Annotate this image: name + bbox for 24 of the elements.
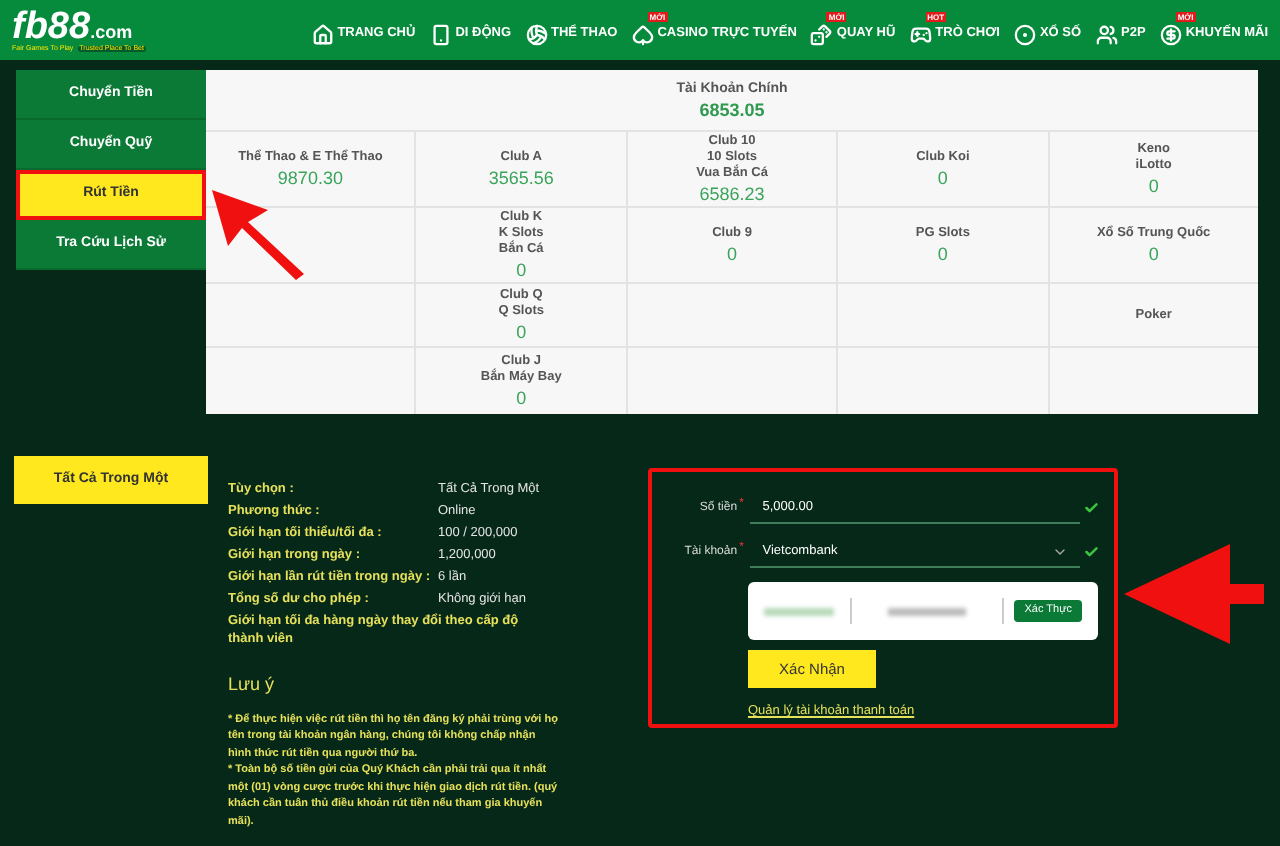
account-balance: 0: [937, 168, 948, 188]
blurred-text: [888, 607, 967, 615]
account-balance: 0: [1148, 244, 1159, 264]
account-balance: 9870.30: [277, 168, 343, 188]
account-balance: 0: [516, 388, 527, 408]
coin-icon: [1159, 23, 1182, 45]
account-balance: 0: [1148, 176, 1159, 196]
dice-icon: [810, 23, 833, 45]
home-icon: [311, 23, 334, 45]
blurred-text: [764, 607, 835, 615]
phone-icon: [429, 23, 452, 45]
account-balance: 3565.56: [488, 168, 554, 188]
account-balance: 0: [516, 260, 527, 280]
account-balance: 6853.05: [699, 100, 765, 120]
account-balance: 0: [727, 244, 738, 264]
spade-icon: [631, 23, 654, 45]
people-icon: [1095, 23, 1118, 45]
ball-icon: [525, 23, 547, 45]
account-balance: 6586.23: [699, 184, 765, 204]
circle-icon: [1013, 23, 1036, 45]
gamepad-icon: [909, 23, 932, 45]
notes-title: Lưu ý: [228, 672, 277, 698]
account-balance: 0: [937, 244, 948, 264]
account-balance: 0: [516, 322, 527, 342]
